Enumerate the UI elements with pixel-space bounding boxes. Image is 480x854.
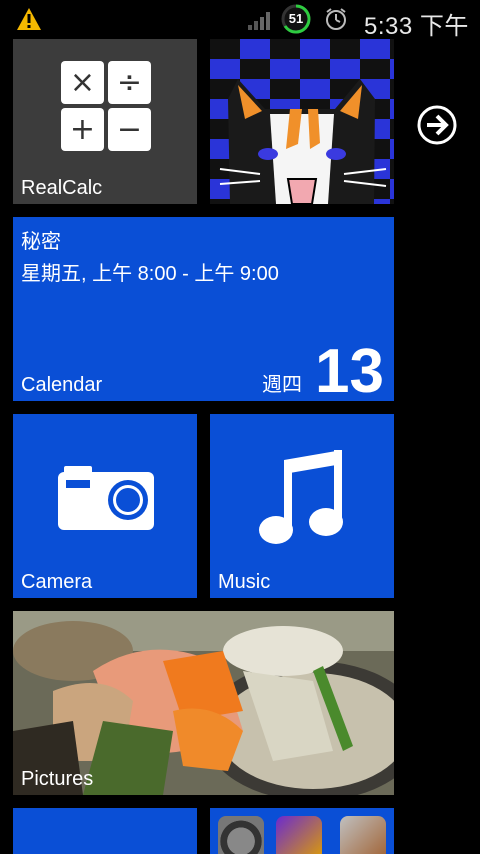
- calendar-event-time: 星期五, 上午 8:00 - 上午 9:00: [21, 263, 279, 285]
- tile-music[interactable]: Music: [210, 414, 394, 598]
- camera-icon: [58, 466, 154, 530]
- tile-label: Calendar: [21, 374, 103, 396]
- app-icon-1: [218, 816, 264, 854]
- signal-icon: [248, 12, 270, 30]
- tile-cat-picture[interactable]: [210, 39, 394, 204]
- tile-label: Pictures: [21, 768, 94, 790]
- app-icon-2: [276, 816, 322, 854]
- tile-realcalc[interactable]: × ÷ + − RealCalc: [13, 39, 197, 204]
- arrow-right-icon[interactable]: [416, 104, 458, 146]
- status-clock: 5:33 下午: [364, 13, 469, 40]
- calc-key-divide: ÷: [108, 61, 151, 104]
- tile-label: Camera: [21, 571, 93, 593]
- tile-partial-left[interactable]: [13, 808, 197, 854]
- status-bar: 51 5:33 下午: [0, 0, 480, 40]
- calendar-event-title: 秘密: [21, 231, 61, 253]
- calc-key-minus: −: [108, 108, 151, 151]
- alarm-icon: [326, 8, 346, 30]
- music-note-icon: [259, 450, 343, 544]
- app-icon-3: [340, 816, 386, 854]
- calc-key-plus: +: [61, 108, 104, 151]
- tile-calendar[interactable]: 秘密 星期五, 上午 8:00 - 上午 9:00 Calendar 週四 13: [13, 217, 394, 401]
- tile-camera[interactable]: Camera: [13, 414, 197, 598]
- warning-icon: [17, 8, 41, 30]
- calendar-day-number: 13: [315, 337, 384, 402]
- calendar-weekday: 週四: [262, 374, 302, 396]
- tile-pictures[interactable]: Pictures: [13, 611, 394, 795]
- calc-key-multiply: ×: [61, 61, 104, 104]
- tile-app-folder[interactable]: [210, 808, 394, 854]
- calculator-icon: × ÷ + −: [61, 61, 151, 151]
- tile-label: RealCalc: [21, 177, 103, 199]
- cat-image: [210, 39, 394, 204]
- tile-label: Music: [218, 571, 271, 593]
- battery-level: 51: [288, 11, 304, 26]
